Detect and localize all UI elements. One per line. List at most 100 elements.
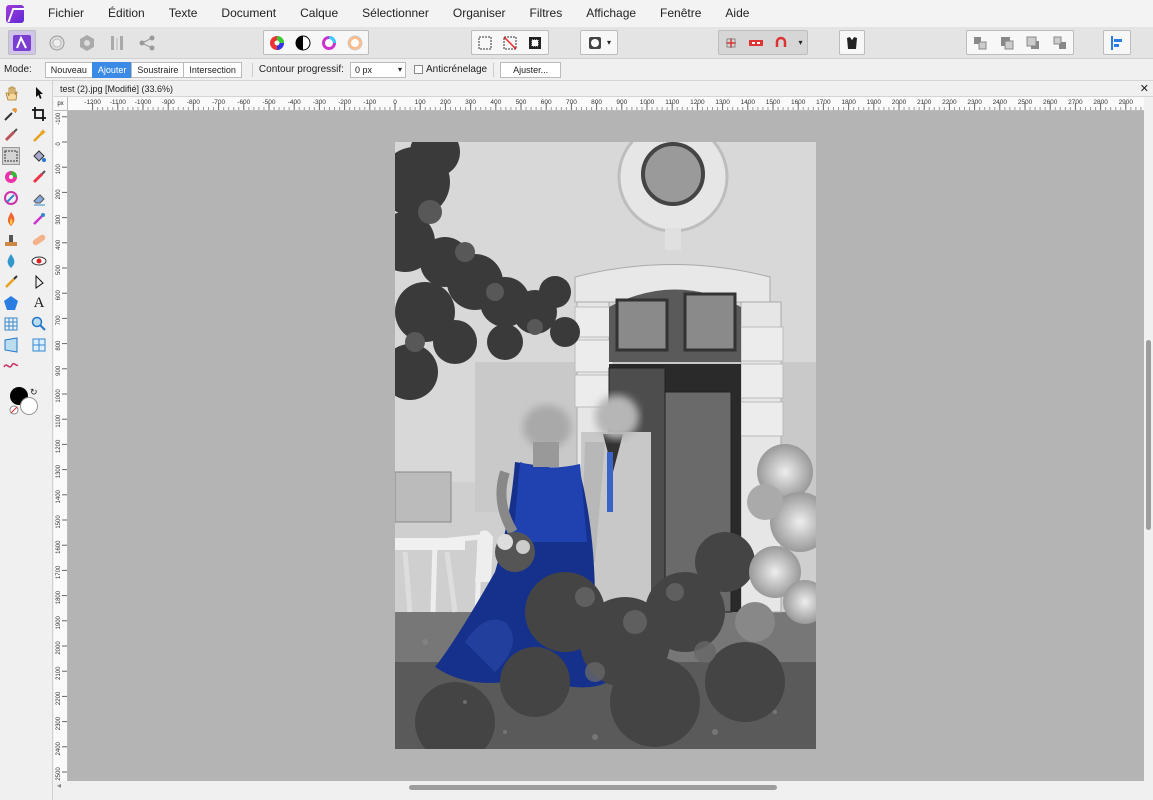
blur-tool[interactable] (2, 252, 20, 270)
perspective-tool[interactable] (2, 336, 20, 354)
quick-mask-dropdown[interactable]: ▾ (580, 30, 618, 55)
red-eye-icon (31, 256, 47, 266)
mode-soustraire-button[interactable]: Soustraire (131, 61, 185, 78)
antialias-checkbox[interactable] (413, 65, 423, 74)
clone-tool[interactable] (30, 210, 48, 228)
color-picker-tool[interactable] (2, 168, 20, 186)
tools-panel: A ↻ (0, 81, 53, 800)
secondary-color-swatch[interactable] (20, 397, 38, 415)
mode-ajouter-button[interactable]: Ajouter (91, 61, 133, 78)
ruler-label: 1500 (766, 99, 781, 106)
liquify-tool[interactable] (2, 357, 20, 375)
main-toolbar: ▾ ▾ (0, 27, 1153, 59)
snapping-group: ▾ (718, 30, 808, 55)
burn-tool[interactable] (2, 210, 20, 228)
pen-tool[interactable] (2, 273, 20, 291)
photo-persona-button[interactable] (8, 30, 36, 55)
vertical-scrollbar[interactable] (1144, 111, 1153, 781)
menu-edition[interactable]: Édition (96, 0, 157, 27)
magnet-icon[interactable] (773, 35, 789, 51)
ruler-label: 1700 (56, 565, 62, 579)
mode-intersection-button[interactable]: Intersection (183, 61, 242, 78)
mesh-warp-tool[interactable] (2, 315, 20, 333)
ruler-label: -800 (187, 99, 200, 106)
move-forward-one-icon[interactable] (1025, 35, 1041, 51)
healing-tool[interactable] (30, 231, 48, 249)
color-wheel-icon[interactable] (269, 35, 285, 51)
move-to-front-icon[interactable] (1052, 35, 1068, 51)
red-eye-tool[interactable] (30, 252, 48, 270)
ruler-label: 300 (465, 99, 476, 106)
move-to-back-icon[interactable] (972, 35, 988, 51)
eraser-tool[interactable] (30, 189, 48, 207)
text-tool[interactable]: A (30, 294, 48, 312)
ruler-label: 400 (56, 239, 62, 250)
export-persona-button[interactable] (134, 30, 160, 55)
grid-tool[interactable] (30, 336, 48, 354)
menu-affichage[interactable]: Affichage (574, 0, 648, 27)
menu-aide[interactable]: Aide (713, 0, 761, 27)
contrast-icon[interactable] (295, 35, 311, 51)
magic-wand-tool[interactable] (30, 126, 48, 144)
chevron-down-icon[interactable]: ▾ (798, 38, 802, 47)
paint-brush-red-tool[interactable] (30, 168, 48, 186)
paint-brush-tool[interactable] (2, 126, 20, 144)
menu-selectionner[interactable]: Sélectionner (350, 0, 441, 27)
menu-filtres[interactable]: Filtres (518, 0, 575, 27)
ruler-label: -200 (338, 99, 351, 106)
canvas-area[interactable] (68, 111, 1144, 781)
eyedropper-tool[interactable] (2, 105, 20, 123)
ruler-label: -1200 (84, 99, 101, 106)
scroll-left-icon[interactable]: ◂ (57, 781, 61, 790)
select-all-icon[interactable] (477, 35, 493, 51)
chevron-down-icon: ▾ (606, 38, 611, 47)
menu-fichier[interactable]: Fichier (36, 0, 96, 27)
zoom-tool[interactable] (30, 315, 48, 333)
stamp-tool[interactable] (2, 231, 20, 249)
menu-calque[interactable]: Calque (288, 0, 350, 27)
crop-tool[interactable] (30, 105, 48, 123)
ruler-label: 2200 (56, 691, 62, 705)
mode-nouveau-button[interactable]: Nouveau (44, 61, 93, 78)
liquify-persona-button[interactable] (44, 30, 70, 55)
vertical-scrollbar-thumb[interactable] (1146, 340, 1151, 530)
white-balance-icon[interactable] (347, 35, 363, 51)
tone-mapping-persona-button[interactable] (104, 30, 130, 55)
develop-persona-button[interactable] (74, 30, 100, 55)
move-tool[interactable] (30, 84, 48, 102)
shape-tool[interactable] (2, 294, 20, 312)
ruler-label: 1700 (816, 99, 831, 106)
ruler-label: 1800 (841, 99, 856, 106)
menu-document[interactable]: Document (209, 0, 288, 27)
feather-input[interactable]: 0 px (349, 61, 406, 78)
assistant-button[interactable] (839, 30, 865, 55)
menu-texte[interactable]: Texte (157, 0, 210, 27)
horizontal-scrollbar[interactable]: ◂ (54, 781, 1144, 793)
refine-button[interactable]: Ajuster... (500, 61, 562, 78)
menu-fenetre[interactable]: Fenêtre (648, 0, 713, 27)
menu-organiser[interactable]: Organiser (441, 0, 518, 27)
ruler-label: 800 (56, 340, 62, 351)
pen-icon (5, 275, 18, 288)
horizontal-scrollbar-thumb[interactable] (409, 785, 777, 790)
selection-group (471, 30, 549, 55)
swap-colors-icon[interactable]: ↻ (30, 387, 38, 398)
ruler-label: 2900 (1119, 99, 1134, 106)
marquee-tool[interactable] (2, 147, 20, 165)
force-pixel-alignment-icon[interactable] (748, 35, 764, 51)
node-tool[interactable] (30, 273, 48, 291)
invert-selection-icon[interactable] (527, 35, 543, 51)
move-back-one-icon[interactable] (999, 35, 1015, 51)
selection-brush-tool[interactable] (2, 189, 20, 207)
flood-fill-tool[interactable] (30, 147, 48, 165)
align-button[interactable] (1103, 30, 1131, 55)
no-color-icon[interactable] (9, 405, 19, 415)
deselect-icon[interactable] (502, 35, 518, 51)
close-document-icon[interactable]: ✕ (1140, 81, 1149, 97)
pentagon-icon (4, 296, 18, 310)
hand-tool[interactable] (2, 84, 20, 102)
document-tab[interactable]: test (2).jpg [Modifié] (33.6%) ✕ (54, 81, 1153, 97)
saturation-icon[interactable] (321, 35, 337, 51)
ruler-label: 2500 (1018, 99, 1033, 106)
snapping-icon[interactable] (723, 35, 739, 51)
